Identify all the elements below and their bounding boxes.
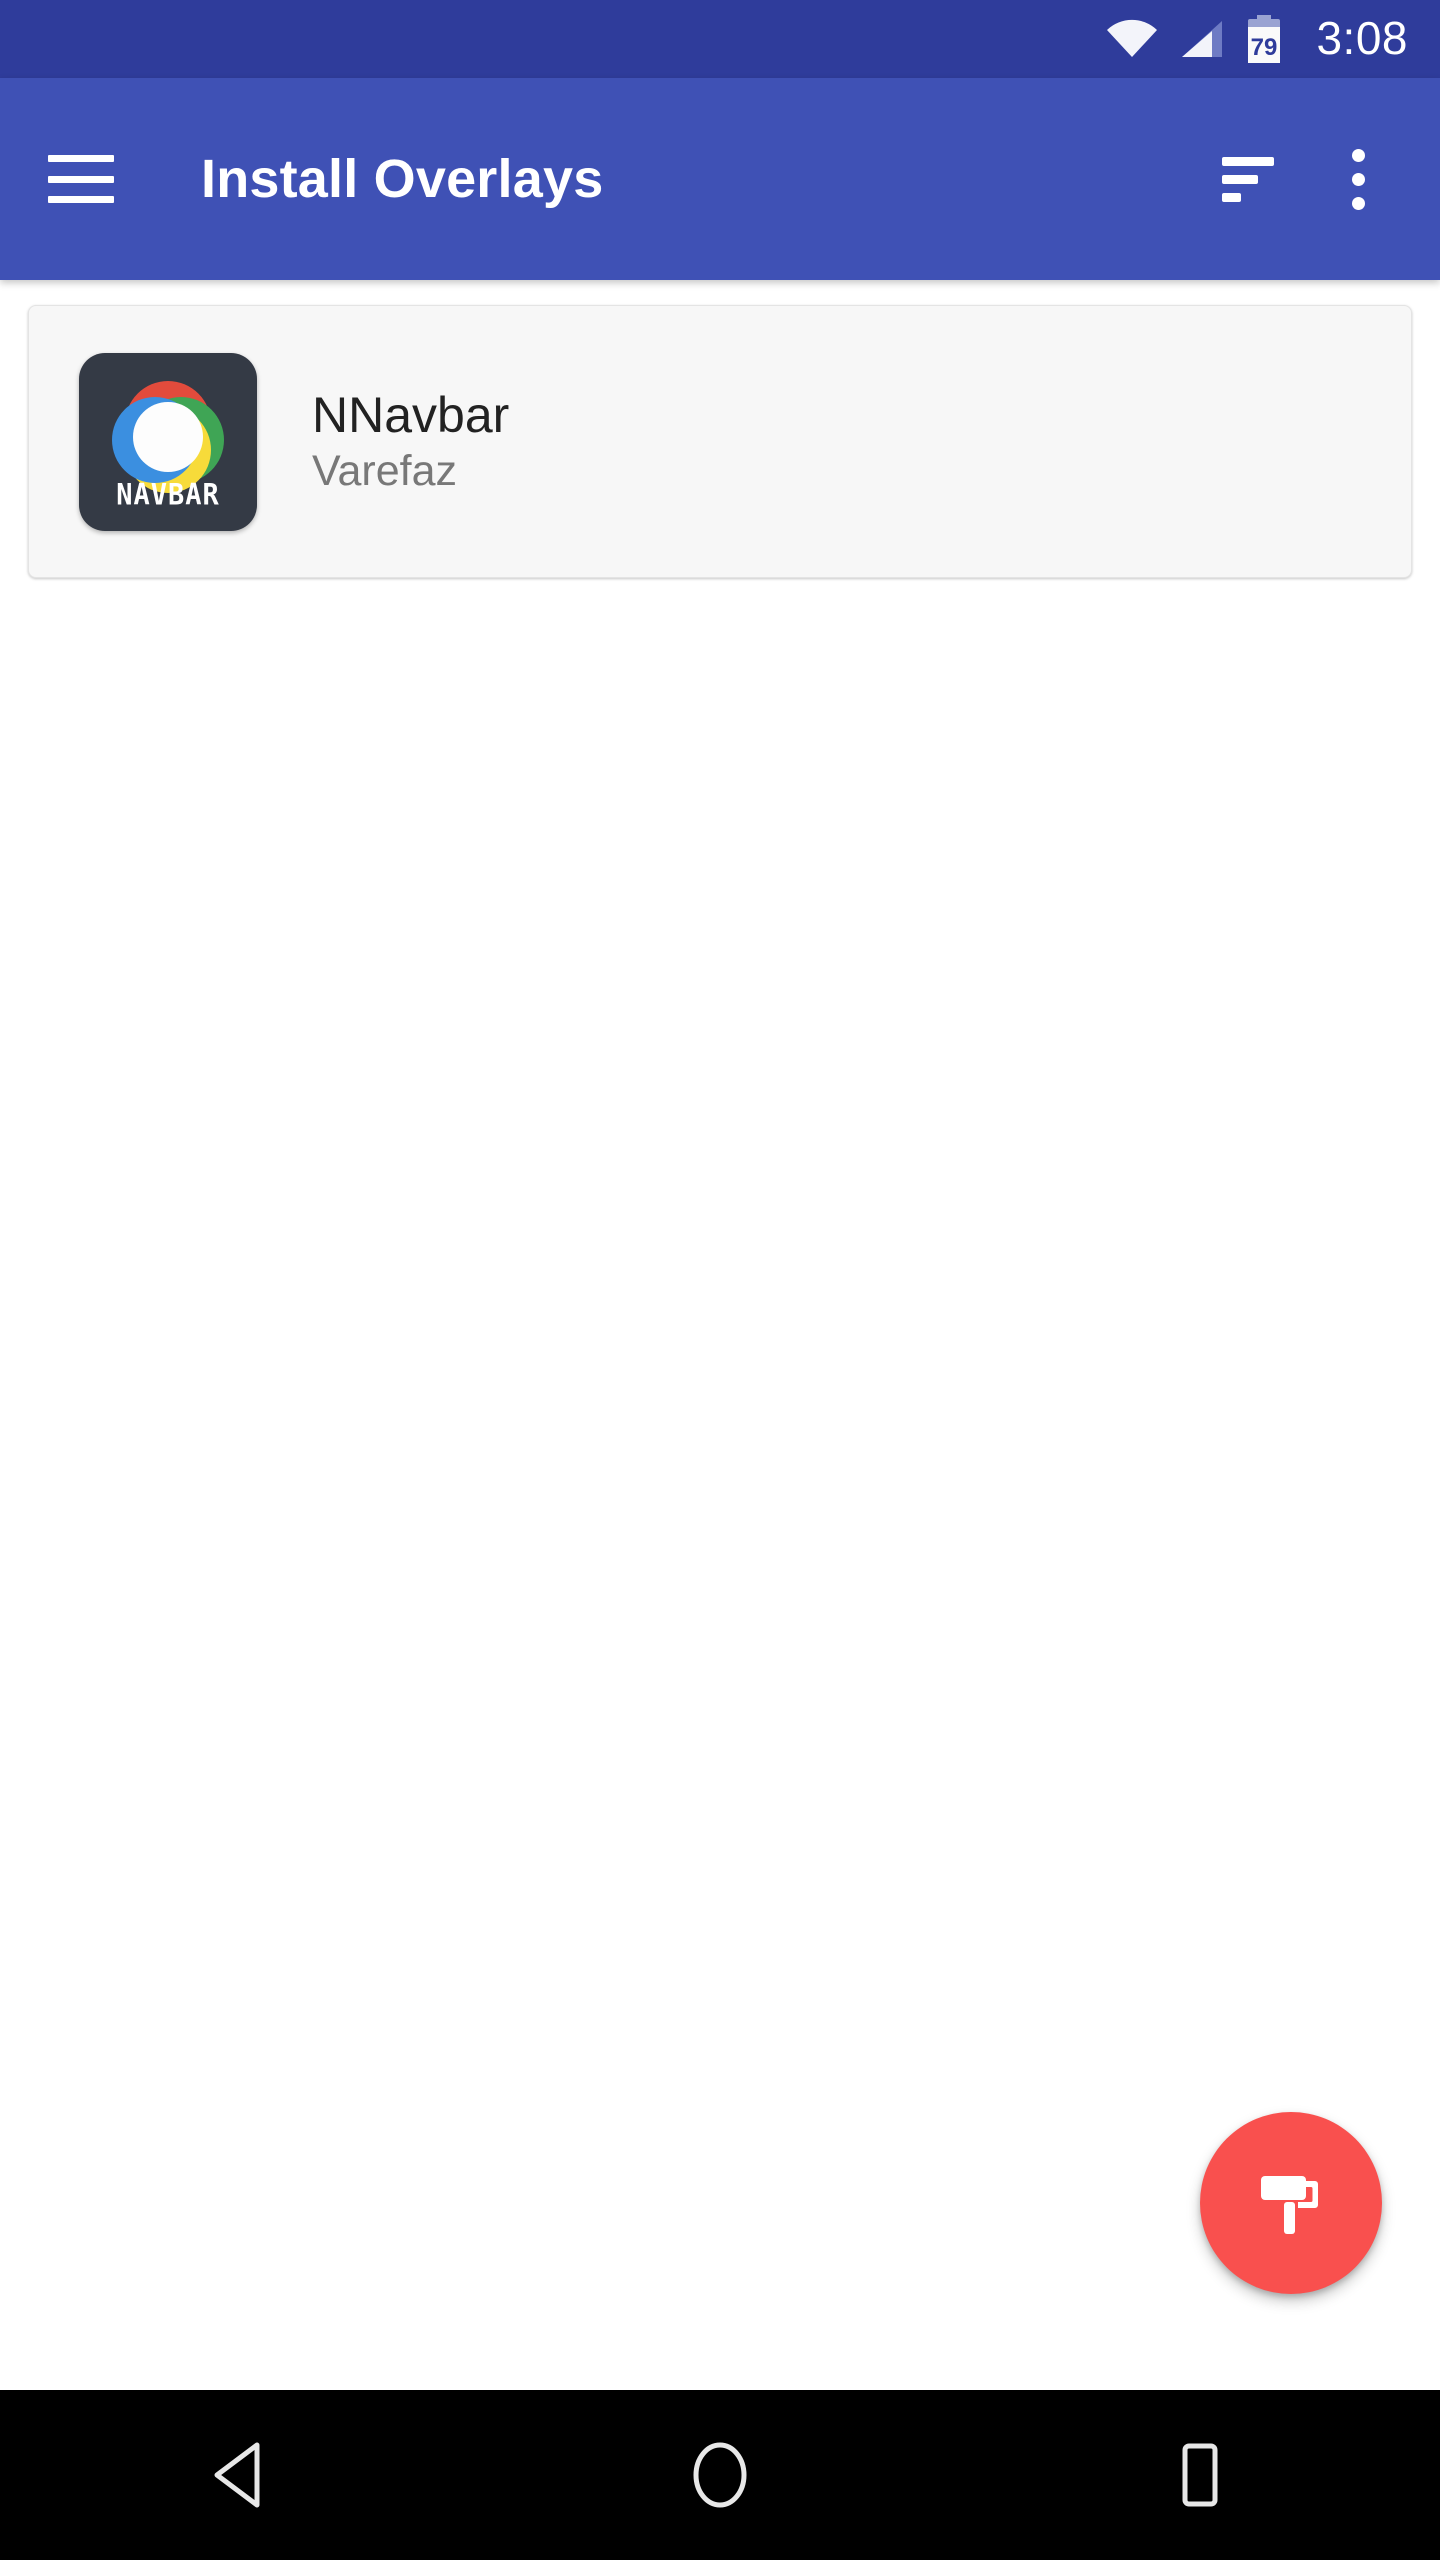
- recents-button[interactable]: [1100, 2390, 1300, 2560]
- battery-icon: 79: [1248, 15, 1281, 63]
- list-item[interactable]: NAVBAR NNavbar Varefaz: [28, 305, 1412, 578]
- sort-line: [1222, 156, 1274, 166]
- status-bar-clock: 3:08: [1316, 12, 1408, 64]
- recents-square-icon: [1182, 2443, 1218, 2507]
- back-triangle-icon: [214, 2442, 260, 2508]
- list-item-subtitle: Varefaz: [312, 447, 457, 496]
- paint-roller-icon: [1261, 2176, 1318, 2234]
- sort-line: [1222, 174, 1259, 184]
- page-title: Install Overlays: [201, 149, 604, 209]
- nnavbar-app-icon: NAVBAR: [79, 352, 257, 531]
- hamburger-menu-icon[interactable]: [48, 155, 114, 203]
- home-button[interactable]: [620, 2390, 820, 2560]
- apply-overlay-fab[interactable]: [1200, 2112, 1382, 2294]
- status-bar-icons: 79 3:08: [1106, 15, 1408, 63]
- hamburger-line: [48, 155, 114, 162]
- hamburger-line: [48, 196, 114, 203]
- wifi-icon: [1107, 19, 1158, 57]
- list-item-title: NNavbar: [312, 387, 510, 444]
- sort-line: [1222, 192, 1241, 202]
- hamburger-line: [48, 175, 114, 183]
- overflow-menu-icon: [1351, 148, 1365, 210]
- status-bar: 79 3:08: [0, 0, 1440, 78]
- back-button[interactable]: [140, 2390, 340, 2560]
- kebab-dot: [1351, 196, 1365, 210]
- content-area: NAVBAR NNavbar Varefaz: [0, 280, 1440, 2390]
- sort-filter-button[interactable]: [1202, 133, 1294, 225]
- sort-filter-icon: [1222, 156, 1274, 202]
- home-circle-icon: [693, 2442, 747, 2508]
- app-bar-actions: [1202, 133, 1404, 225]
- phone-screen: 79 3:08 Install Overlays NAVBAR NNavbar …: [0, 0, 1440, 2560]
- kebab-dot: [1351, 148, 1365, 162]
- overflow-menu-button[interactable]: [1312, 133, 1404, 225]
- app-bar: Install Overlays: [0, 78, 1440, 280]
- ring-center-hole: [133, 401, 203, 472]
- cellular-signal-icon: [1182, 21, 1223, 57]
- android-navigation-bar: [0, 2390, 1440, 2560]
- kebab-dot: [1351, 172, 1365, 186]
- battery-percent-label: 79: [1251, 34, 1278, 61]
- list-item-texts: NNavbar Varefaz: [312, 387, 509, 495]
- app-icon-ring: [112, 380, 224, 493]
- app-icon-wordmark: NAVBAR: [116, 478, 220, 512]
